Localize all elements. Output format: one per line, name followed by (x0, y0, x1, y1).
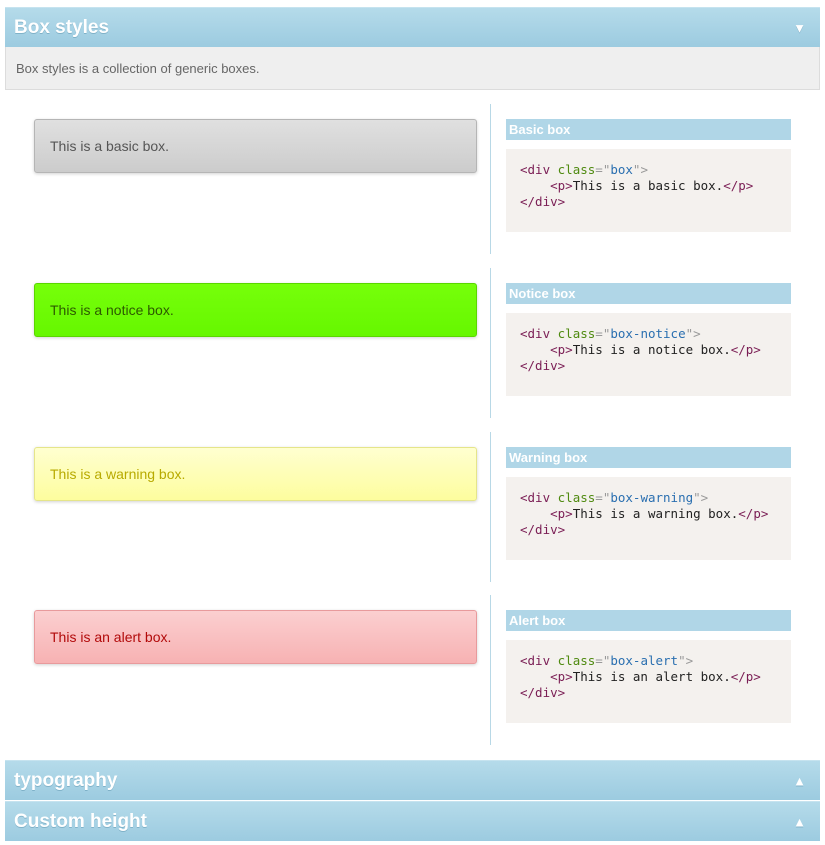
notice-box-demo: This is a notice box. (34, 283, 477, 337)
code-sample: <div class="box-notice"> <p>This is a no… (506, 313, 791, 396)
typography-panel-header[interactable]: typography ▲ (5, 760, 820, 800)
code-sample: <div class="box"> <p>This is a basic box… (506, 149, 791, 232)
code-title: Basic box (506, 119, 791, 140)
panel-description: Box styles is a collection of generic bo… (5, 47, 820, 90)
box-example-row: This is a notice box. Notice box <div cl… (5, 268, 820, 418)
box-example-row: This is an alert box. Alert box <div cla… (5, 595, 820, 745)
warning-box-demo: This is a warning box. (34, 447, 477, 501)
code-title: Warning box (506, 447, 791, 468)
collapse-arrow-icon[interactable]: ▼ (793, 20, 806, 35)
expand-arrow-icon[interactable]: ▲ (793, 814, 806, 829)
custom-height-panel-header[interactable]: Custom height ▲ (5, 801, 820, 841)
panel-title: Custom height (14, 810, 147, 832)
code-title: Notice box (506, 283, 791, 304)
box-styles-panel-header[interactable]: Box styles ▼ (5, 7, 820, 47)
box-example-row: This is a warning box. Warning box <div … (5, 432, 820, 582)
code-sample: <div class="box-warning"> <p>This is a w… (506, 477, 791, 560)
code-title: Alert box (506, 610, 791, 631)
basic-box-demo: This is a basic box. (34, 119, 477, 173)
expand-arrow-icon[interactable]: ▲ (793, 773, 806, 788)
column-divider (490, 104, 491, 254)
box-example-row: This is a basic box. Basic box <div clas… (5, 104, 820, 254)
column-divider (490, 432, 491, 582)
panel-title: typography (14, 769, 118, 791)
panel-title: Box styles (14, 16, 110, 38)
code-sample: <div class="box-alert"> <p>This is an al… (506, 640, 791, 723)
column-divider (490, 268, 491, 418)
column-divider (490, 595, 491, 745)
alert-box-demo: This is an alert box. (34, 610, 477, 664)
